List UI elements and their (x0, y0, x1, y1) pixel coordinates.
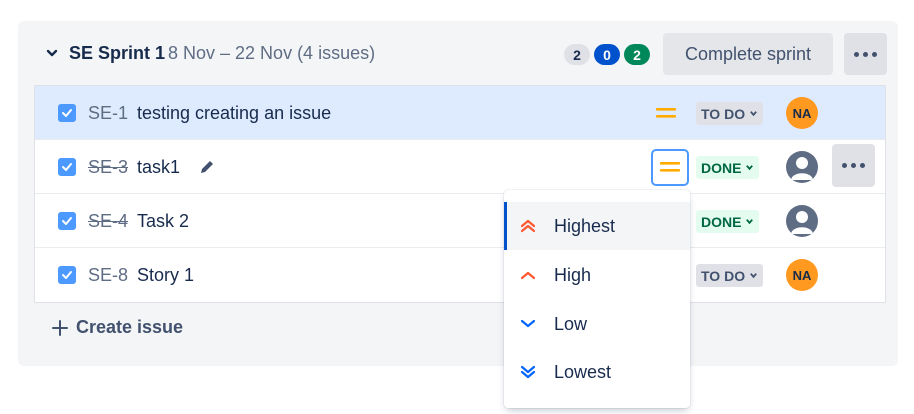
option-label: Low (554, 314, 588, 334)
status-label: DONE (701, 159, 742, 176)
more-icon (854, 51, 859, 57)
issue-key[interactable]: SE-1 (88, 103, 128, 124)
status-dropdown[interactable]: TO DO (696, 264, 764, 287)
low-priority-icon (520, 319, 536, 328)
status-label: TO DO (701, 267, 746, 284)
medium-priority-icon[interactable] (655, 104, 677, 122)
todo-count-badge: 2 (564, 44, 590, 65)
complete-sprint-button[interactable]: Complete sprint (663, 33, 833, 75)
status-label: TO DO (701, 105, 746, 122)
sprint-container: SE Sprint 1 8 Nov – 22 Nov (4 issues) 2 … (18, 21, 898, 366)
issue-key[interactable]: SE-8 (88, 265, 128, 286)
priority-option-low[interactable]: Low (504, 300, 690, 348)
issue-counts: 2 0 2 (564, 44, 650, 65)
issue-row[interactable]: SE-8 Story 1 TO DO NA (35, 248, 885, 302)
done-count-badge: 2 (624, 44, 650, 65)
status-dropdown[interactable]: TO DO (696, 102, 764, 125)
priority-dropdown-menu: Highest High Low Lowest (504, 190, 690, 408)
in-progress-count-badge: 0 (594, 44, 620, 65)
sprint-header[interactable]: SE Sprint 1 8 Nov – 22 Nov (4 issues) 2 … (18, 21, 898, 85)
create-issue-button[interactable]: Create issue (52, 317, 183, 338)
lowest-priority-icon (520, 365, 536, 379)
option-label: Highest (554, 216, 616, 236)
issue-more-button[interactable] (832, 144, 875, 187)
chevron-down-icon (750, 111, 757, 117)
highest-priority-icon (520, 219, 536, 233)
chevron-down-icon (750, 273, 757, 279)
sprint-title: SE Sprint 1 (69, 43, 166, 63)
issue-key[interactable]: SE-4 (88, 211, 128, 232)
task-type-icon (58, 212, 76, 230)
issue-row[interactable]: SE-4 Task 2 DONE (35, 194, 885, 248)
high-priority-icon (520, 271, 536, 280)
unassigned-avatar[interactable] (786, 151, 818, 183)
priority-option-high[interactable]: High (504, 251, 690, 299)
task-type-icon (58, 266, 76, 284)
option-label: Lowest (554, 362, 612, 382)
task-type-icon (58, 158, 76, 176)
issue-row[interactable]: SE-3 task1 DONE (35, 140, 885, 194)
edit-pencil-icon[interactable] (199, 159, 215, 175)
plus-icon (52, 319, 68, 336)
issue-summary[interactable]: testing creating an issue (137, 103, 331, 124)
task-type-icon (58, 104, 76, 122)
priority-option-lowest[interactable]: Lowest (504, 348, 690, 396)
chevron-down-icon[interactable] (45, 46, 59, 60)
sprint-dates: 8 Nov – 22 Nov (4 issues) (168, 43, 376, 63)
issue-row[interactable]: SE-1 testing creating an issue TO DO NA (35, 86, 885, 140)
issue-summary[interactable]: task1 (137, 157, 180, 178)
issue-summary[interactable]: Task 2 (137, 211, 189, 232)
status-label: DONE (701, 213, 742, 230)
medium-priority-icon (660, 162, 680, 172)
chevron-down-icon (746, 165, 754, 171)
assignee-avatar[interactable]: NA (786, 259, 818, 291)
priority-option-highest[interactable]: Highest (504, 202, 690, 250)
unassigned-avatar[interactable] (786, 205, 818, 237)
sprint-more-button[interactable] (844, 33, 887, 75)
status-dropdown[interactable]: DONE (696, 210, 760, 233)
more-icon (842, 163, 847, 168)
option-label: High (554, 265, 592, 285)
issue-summary[interactable]: Story 1 (137, 265, 194, 286)
create-issue-label: Create issue (76, 317, 184, 337)
assignee-avatar[interactable]: NA (786, 97, 818, 129)
chevron-down-icon (746, 219, 754, 225)
status-dropdown[interactable]: DONE (696, 156, 760, 179)
issue-list: SE-1 testing creating an issue TO DO NA … (34, 85, 886, 303)
issue-key[interactable]: SE-3 (88, 157, 128, 178)
